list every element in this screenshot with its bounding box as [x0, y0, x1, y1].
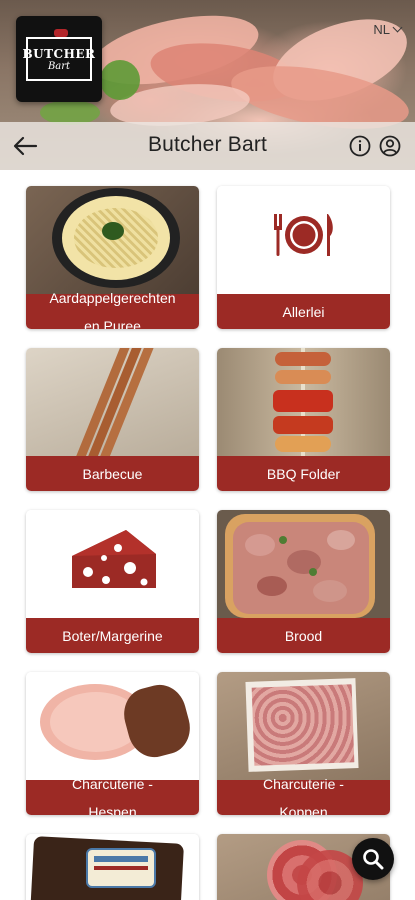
category-tile[interactable]: Brood — [217, 510, 390, 653]
category-tile[interactable]: BBQ Folder — [217, 348, 390, 491]
search-button[interactable] — [352, 838, 394, 880]
category-tile[interactable]: Allerlei — [217, 186, 390, 329]
header-banner: BUTCHER Bart NL Butcher Bart — [0, 0, 415, 170]
category-image — [217, 186, 390, 294]
logo-text: BUTCHER — [22, 46, 96, 61]
logo-subtext: Bart — [47, 60, 71, 72]
category-label: Boter/Margerine — [26, 618, 199, 653]
language-label: NL — [373, 22, 390, 37]
category-label: Aardappelgerechten en Puree — [26, 291, 199, 329]
plate-cutlery-icon — [274, 214, 333, 256]
chevron-down-icon — [392, 22, 403, 33]
cheese-icon — [72, 530, 156, 588]
category-tile[interactable]: Boter/Margerine — [26, 510, 199, 653]
language-selector[interactable]: NL — [373, 22, 403, 37]
account-icon[interactable] — [379, 135, 401, 157]
info-icon[interactable] — [349, 135, 371, 157]
category-label: Brood — [217, 618, 390, 653]
category-label: Charcuterie - Hespen — [26, 777, 199, 815]
brand-logo: BUTCHER Bart — [16, 16, 102, 102]
category-label: Barbecue — [26, 456, 199, 491]
category-label: Allerlei — [217, 294, 390, 329]
search-icon — [363, 849, 384, 870]
category-label: Charcuterie - Koppen — [217, 777, 390, 815]
category-tile[interactable]: Aardappelgerechten en Puree — [26, 186, 199, 329]
toolbar: Butcher Bart — [0, 122, 415, 170]
category-label: BBQ Folder — [217, 456, 390, 491]
category-image — [26, 834, 199, 900]
category-image — [217, 348, 390, 456]
category-image — [217, 672, 390, 780]
category-tile[interactable] — [26, 834, 199, 900]
category-tile[interactable]: Charcuterie - Koppen — [217, 672, 390, 815]
category-image — [26, 672, 199, 780]
category-image — [26, 186, 199, 294]
category-image — [26, 510, 199, 618]
category-tile[interactable]: Charcuterie - Hespen — [26, 672, 199, 815]
category-tile[interactable]: Barbecue — [26, 348, 199, 491]
category-image — [217, 510, 390, 618]
category-image — [26, 348, 199, 456]
